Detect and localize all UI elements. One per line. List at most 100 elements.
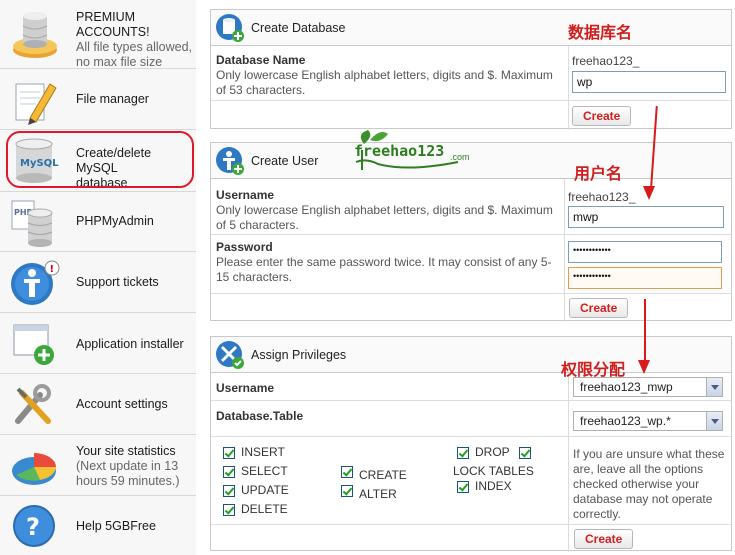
assign-privileges-panel: Assign Privileges Username freehao123_mw… (210, 336, 732, 552)
privilege-username-row: Username freehao123_mwp (211, 373, 731, 400)
sidebar-item-premium[interactable]: PREMIUM ACCOUNTS! All file types allowed… (0, 0, 196, 69)
privilege-username-select[interactable]: freehao123_mwp (573, 377, 723, 397)
privileges-tools-icon (215, 340, 245, 370)
create-label: CREATE (359, 468, 407, 482)
database-name-desc: of 53 characters. (216, 83, 306, 97)
sidebar-item-label: Support tickets (76, 275, 159, 289)
create-database-button[interactable]: Create (572, 106, 632, 126)
assign-privileges-button[interactable]: Create (574, 529, 634, 549)
chevron-down-icon[interactable] (706, 378, 722, 396)
create-checkbox[interactable] (341, 466, 353, 478)
database-name-row: Database Name Only lowercase English alp… (211, 46, 731, 100)
password-label: Password (216, 240, 273, 254)
database-prefix: freehao123_ (572, 54, 640, 68)
annotation-database-name: 数据库名 (568, 23, 633, 42)
delete-label: DELETE (241, 502, 288, 516)
help-bubble-icon: ? (10, 502, 60, 548)
database-name-desc: Only lowercase English alphabet letters,… (216, 68, 553, 82)
sidebar-item-label: Application installer (76, 337, 184, 351)
password-desc: 15 characters. (216, 270, 293, 284)
sidebar-item-account-settings[interactable]: Account settings (0, 374, 196, 435)
privilege-username-label: Username (216, 381, 275, 395)
assign-privileges-header: Assign Privileges (211, 337, 731, 373)
php-database-icon: PHP (10, 199, 60, 247)
highlight-ring (6, 131, 194, 188)
password-desc: Please enter the same password twice. It… (216, 255, 552, 269)
sidebar-item-label: Account settings (76, 397, 168, 411)
password-row: Password Please enter the same password … (211, 234, 731, 294)
watermark-text: freehao123 (354, 142, 445, 160)
privilege-note: checked otherwise your (573, 477, 700, 491)
alter-checkbox[interactable] (341, 485, 353, 497)
annotation-arrow-head (643, 186, 655, 200)
sidebar-item-phpmyadmin[interactable]: PHP PHPMyAdmin (0, 192, 196, 252)
app-window-plus-icon (10, 319, 60, 365)
username-desc: Only lowercase English alphabet letters,… (216, 203, 553, 217)
sidebar-item-help[interactable]: ? Help 5GBFree (0, 496, 196, 555)
create-user-actions: Create (211, 293, 731, 322)
privilege-table-label: Database.Table (216, 409, 304, 423)
drop-checkbox[interactable] (457, 447, 469, 459)
pie-chart-icon (10, 441, 60, 487)
support-person-icon: ! (10, 258, 60, 305)
create-database-header: Create Database (211, 10, 731, 46)
sidebar-item-label: Help 5GBFree (76, 519, 156, 533)
create-database-panel: Create Database Database Name Only lower… (210, 9, 732, 130)
index-checkbox[interactable] (457, 481, 469, 493)
sidebar-item-label: File manager (76, 92, 149, 106)
panel-title: Create User (251, 154, 319, 168)
insert-checkbox[interactable] (223, 447, 235, 459)
sidebar-item-label: PREMIUM (76, 10, 136, 24)
password-input[interactable]: •••••••••••• (568, 241, 722, 263)
database-name-label: Database Name (216, 53, 306, 67)
privilege-table-select[interactable]: freehao123_wp.* (573, 411, 723, 431)
sidebar-item-file-manager[interactable]: File manager (0, 69, 196, 130)
chevron-down-icon[interactable] (706, 412, 722, 430)
sidebar-item-sub: no max file size (76, 55, 163, 69)
update-checkbox[interactable] (223, 485, 235, 497)
file-pen-icon (10, 76, 60, 125)
svg-text:!: ! (50, 264, 55, 275)
username-prefix: freehao123_ (568, 190, 636, 204)
lock-tables-checkbox[interactable] (519, 447, 531, 459)
watermark-logo: freehao123 .com (350, 126, 480, 172)
privilege-checkboxes-row: INSERT SELECT UPDATE DELETE CREATE ALTER… (211, 436, 731, 525)
sidebar-item-statistics[interactable]: Your site statistics (Next update in 13 … (0, 435, 196, 496)
username-input[interactable]: mwp (568, 206, 724, 228)
annotation-privileges: 权限分配 (561, 360, 626, 379)
sidebar-item-label: PHPMyAdmin (76, 214, 154, 228)
index-label: INDEX (475, 479, 512, 493)
sidebar-item-sub: All file types allowed, (76, 40, 193, 54)
drop-label: DROP (475, 445, 510, 459)
sidebar: PREMIUM ACCOUNTS! All file types allowed… (0, 0, 196, 555)
create-user-button[interactable]: Create (569, 298, 629, 318)
sidebar-item-label: Your site statistics (76, 444, 176, 458)
select-checkbox[interactable] (223, 466, 235, 478)
sidebar-item-installer[interactable]: Application installer (0, 313, 196, 374)
annotation-arrow (644, 299, 646, 361)
database-coin-icon (10, 10, 60, 58)
privilege-note: are, leave all the options (573, 462, 704, 476)
privilege-note: correctly. (573, 507, 621, 521)
delete-checkbox[interactable] (223, 504, 235, 516)
annotation-username: 用户名 (574, 164, 623, 183)
assign-privileges-actions: Create (211, 524, 731, 552)
privilege-username-value: freehao123_mwp (580, 380, 673, 394)
database-name-input[interactable]: wp (572, 71, 726, 93)
annotation-arrow-head (638, 360, 650, 374)
sidebar-item-sub: (Next update in 13 (76, 459, 179, 473)
database-add-icon (215, 13, 245, 43)
privilege-table-value: freehao123_wp.* (580, 414, 671, 428)
user-add-icon (215, 146, 245, 176)
select-label: SELECT (241, 464, 288, 478)
sidebar-item-support[interactable]: ! Support tickets (0, 252, 196, 313)
alter-label: ALTER (359, 487, 397, 501)
username-desc: of 5 characters. (216, 218, 299, 232)
tools-icon (10, 381, 60, 427)
watermark-suffix: .com (450, 152, 470, 162)
privilege-note: database may not operate (573, 492, 713, 506)
privilege-table-row: Database.Table freehao123_wp.* (211, 400, 731, 437)
sidebar-item-label: ACCOUNTS! (76, 25, 150, 39)
password-confirm-input[interactable]: •••••••••••• (568, 267, 722, 289)
username-label: Username (216, 188, 275, 202)
